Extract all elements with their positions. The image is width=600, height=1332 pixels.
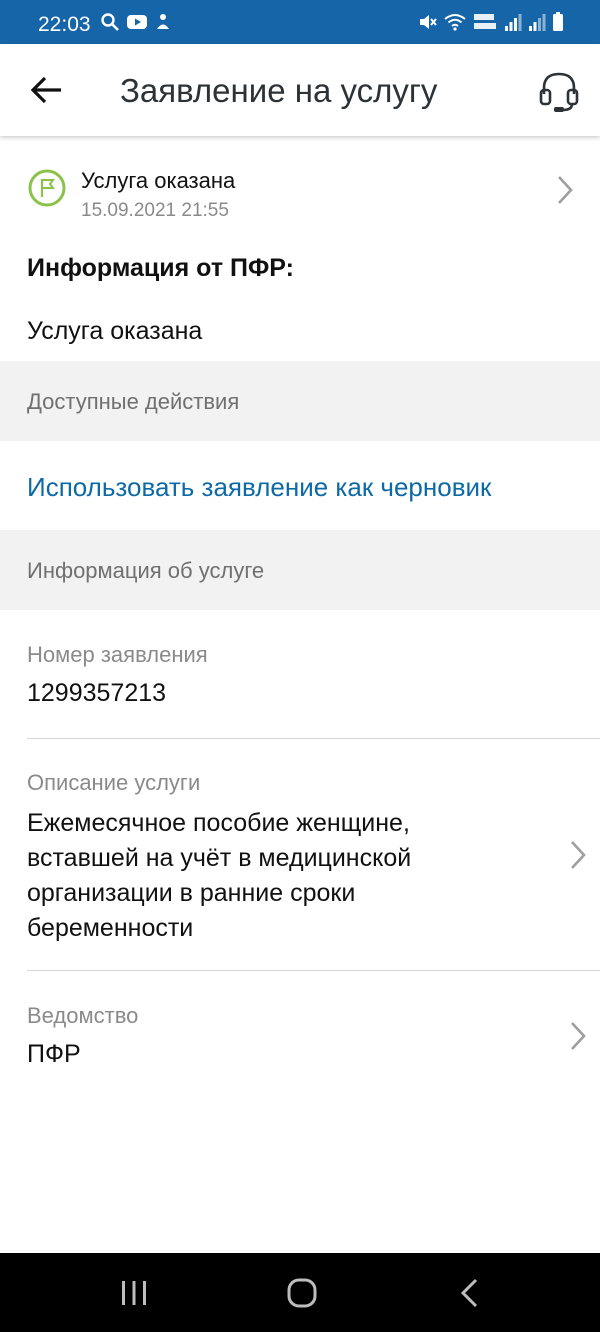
pfr-info-heading: Информация от ПФР: [27,254,294,282]
description-label: Описание услуги [27,770,201,795]
status-left-icons [100,12,172,32]
status-row[interactable]: Услуга оказана 15.09.2021 21:55 [0,162,600,224]
notification-icon [157,14,169,29]
home-button[interactable] [280,1271,324,1315]
flag-icon [28,169,66,207]
status-time: 22:03 [38,13,91,36]
description-line: организации в ранние сроки [27,879,356,907]
use-as-draft-link[interactable]: Использовать заявление как черновик [27,472,491,503]
divider [27,738,600,739]
divider [27,970,600,971]
page-title: Заявление на услугу [120,72,438,109]
agency-label: Ведомство [27,1003,139,1028]
recents-button[interactable] [112,1271,156,1315]
status-label: Услуга оказана [81,168,236,193]
back-icon [460,1278,478,1308]
mute-icon [420,15,437,29]
back-arrow-icon [30,76,61,104]
actions-section-header: Доступные действия [0,361,600,441]
application-number-label: Номер заявления [27,642,208,667]
description-line: вставшей на учёт в медицинской [27,844,412,872]
chevron-right-icon [558,176,573,204]
agency-value: ПФР [27,1040,81,1068]
description-value: Ежемесячное пособие женщине, вставшей на… [27,806,547,946]
signal-icon [529,14,546,31]
headset-icon [539,72,579,112]
back-button[interactable] [28,72,68,108]
pfr-info-text: Услуга оказана [27,317,203,345]
app-bar: Заявление на услугу [0,44,600,136]
service-section-title: Информация об услуге [27,558,265,583]
wifi-icon [444,14,466,31]
signal-icon [505,14,522,31]
search-icon [101,13,119,31]
system-nav-bar [0,1253,600,1332]
service-section-header: Информация об услуге [0,530,600,610]
youtube-icon [127,15,147,29]
status-bar: 22:03 [0,0,600,44]
recents-icon [122,1281,146,1305]
status-right-icons [418,12,564,32]
home-icon [287,1278,317,1308]
application-number-value: 1299357213 [27,679,167,707]
volte-lte-icon [474,14,496,29]
battery-icon [553,12,563,31]
status-date: 15.09.2021 21:55 [81,200,229,221]
support-button[interactable] [536,68,582,114]
system-back-button[interactable] [448,1271,492,1315]
description-line: беременности [27,914,194,942]
chevron-right-icon [571,1022,586,1050]
actions-section-title: Доступные действия [27,389,240,414]
description-line: Ежемесячное пособие женщине, [27,809,410,837]
chevron-right-icon [571,841,586,869]
